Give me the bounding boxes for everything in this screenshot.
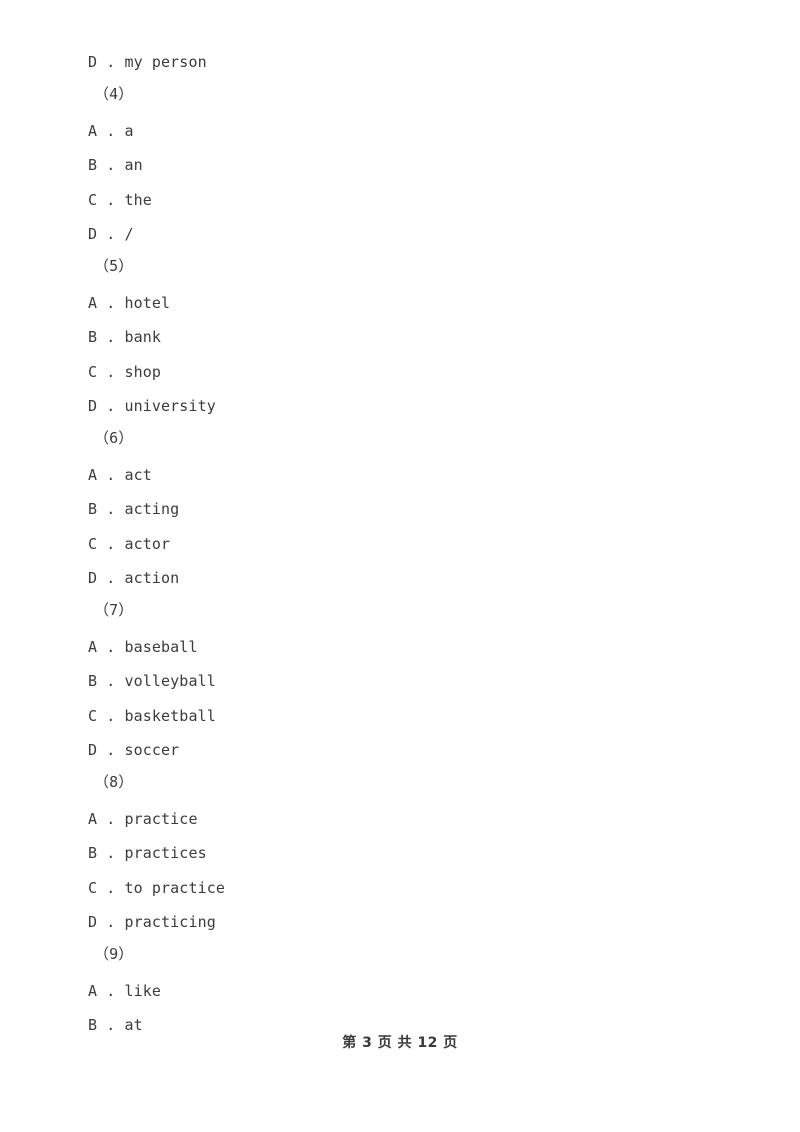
question-number: （8） <box>94 773 134 791</box>
answer-option: D . / <box>88 225 134 243</box>
answer-option: B . volleyball <box>88 672 216 690</box>
page-footer: 第 3 页 共 12 页 <box>342 1035 458 1051</box>
answer-option: C . actor <box>88 535 171 553</box>
answer-option: D . practicing <box>88 913 216 931</box>
answer-option: A . hotel <box>88 294 171 312</box>
answer-option: B . practices <box>88 844 207 862</box>
question-number: （7） <box>94 601 134 619</box>
answer-option: B . an <box>88 156 143 174</box>
answer-option: A . a <box>88 122 134 140</box>
answer-option: C . shop <box>88 363 162 381</box>
answer-option: D . action <box>88 569 180 587</box>
answer-option: A . like <box>88 982 162 1000</box>
answer-option: D . my person <box>88 53 207 71</box>
answer-option: B . at <box>88 1016 143 1034</box>
question-number: （5） <box>94 257 134 275</box>
answer-option: B . bank <box>88 328 162 346</box>
question-number: （9） <box>94 945 134 963</box>
document-page: D . my person （4） A . a B . an C . the D . / （… <box>0 0 800 1132</box>
answer-option: C . basketball <box>88 707 216 725</box>
answer-option: C . the <box>88 191 152 209</box>
answer-option: D . soccer <box>88 741 180 759</box>
answer-option: B . acting <box>88 500 180 518</box>
answer-option: A . act <box>88 466 152 484</box>
answer-option: A . practice <box>88 810 198 828</box>
question-number: （4） <box>94 85 134 103</box>
answer-option: D . university <box>88 397 216 415</box>
question-number: （6） <box>94 429 134 447</box>
answer-option: C . to practice <box>88 879 225 897</box>
answer-option: A . baseball <box>88 638 198 656</box>
